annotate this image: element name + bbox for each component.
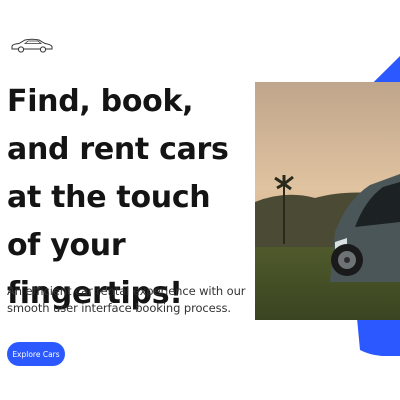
- hero-car-image: [255, 82, 400, 320]
- hero-subtitle: An efficient car rental experience with …: [7, 284, 246, 315]
- explore-cars-button[interactable]: Explore Cars: [7, 342, 65, 366]
- hero-headline: Find, book, and rent cars at the touch o…: [7, 84, 229, 311]
- car-logo-icon[interactable]: [10, 36, 54, 54]
